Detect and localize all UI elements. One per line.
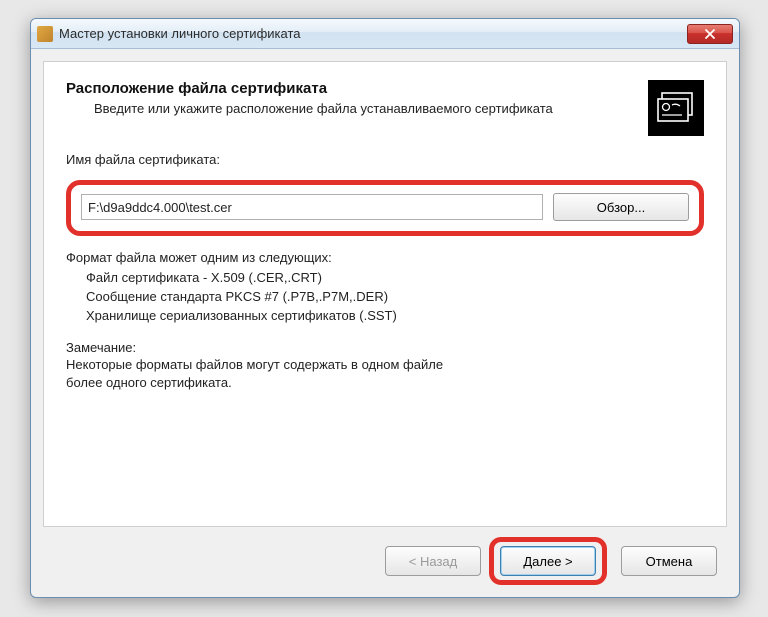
next-button-highlight: Далее >	[489, 537, 607, 585]
file-path-label: Имя файла сертификата:	[66, 152, 704, 170]
browse-button[interactable]: Обзор...	[553, 193, 689, 221]
back-button[interactable]: < Назад	[385, 546, 481, 576]
format-info: Формат файла может одним из следующих: Ф…	[66, 250, 704, 392]
window-title: Мастер установки личного сертификата	[59, 26, 687, 41]
wizard-window: Мастер установки личного сертификата Рас…	[30, 18, 740, 598]
file-path-input[interactable]	[81, 194, 543, 220]
note-text: Некоторые форматы файлов могут содержать…	[66, 356, 704, 392]
format-item: Сообщение стандарта PKCS #7 (.P7B,.P7M,.…	[86, 288, 704, 307]
wizard-footer: < Назад Далее > Отмена	[43, 539, 727, 583]
close-icon	[704, 28, 716, 40]
format-heading: Формат файла может одним из следующих:	[66, 250, 704, 265]
close-button[interactable]	[687, 24, 733, 44]
page-title: Расположение файла сертификата	[66, 80, 632, 97]
format-list: Файл сертификата - X.509 (.CER,.CRT) Соо…	[66, 269, 704, 326]
page-subtitle: Введите или укажите расположение файла у…	[66, 101, 632, 116]
app-icon	[37, 26, 53, 42]
next-button[interactable]: Далее >	[500, 546, 596, 576]
wizard-content: Расположение файла сертификата Введите и…	[43, 61, 727, 527]
certificate-icon	[648, 80, 704, 136]
cancel-button[interactable]: Отмена	[621, 546, 717, 576]
format-item: Хранилище сериализованных сертификатов (…	[86, 307, 704, 326]
file-input-highlight: Обзор...	[66, 180, 704, 236]
format-item: Файл сертификата - X.509 (.CER,.CRT)	[86, 269, 704, 288]
note-label: Замечание:	[66, 340, 704, 355]
titlebar[interactable]: Мастер установки личного сертификата	[31, 19, 739, 49]
wizard-header: Расположение файла сертификата Введите и…	[66, 80, 704, 136]
